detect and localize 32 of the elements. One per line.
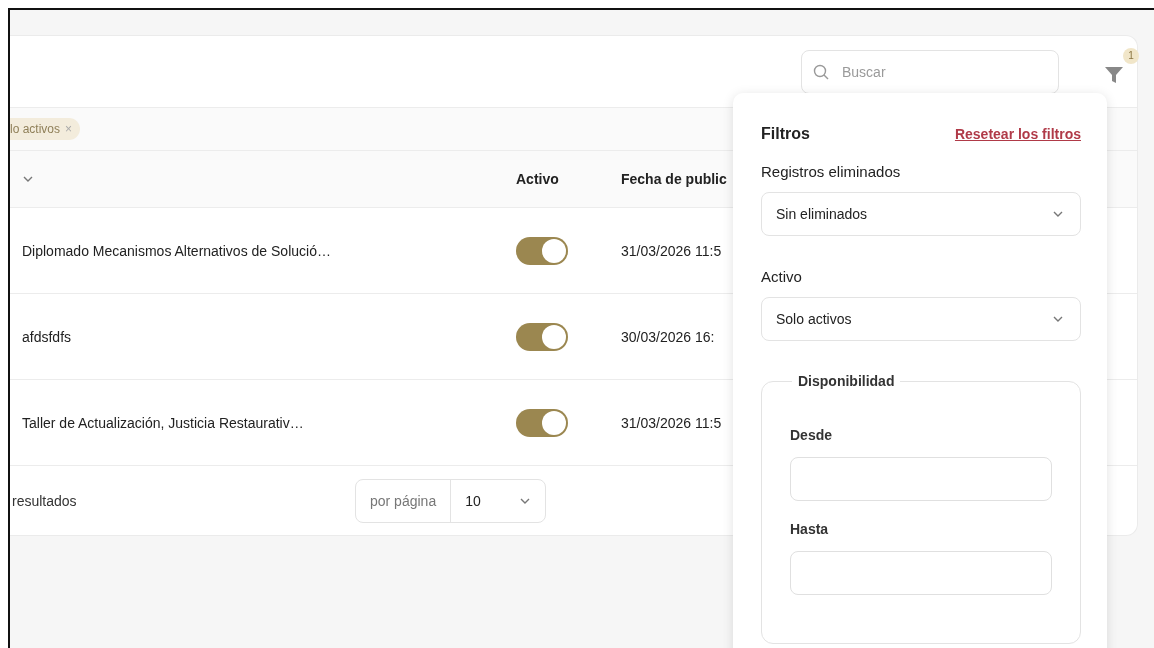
table-cell: Diplomado Mecanismos Alternativos de Solució… xyxy=(22,242,331,259)
filter-chip[interactable]: lo activos × xyxy=(10,118,81,140)
dropdown-select[interactable]: Solo activos xyxy=(761,297,1081,341)
chevron-down-icon xyxy=(518,496,531,505)
per-page-select[interactable]: por página 10 xyxy=(355,478,546,523)
table-cell: 30/03/2026 16: xyxy=(621,328,715,345)
field-group-title: Disponibilidad xyxy=(797,373,896,389)
column-header: Fecha de public xyxy=(621,171,727,187)
dropdown-select[interactable]: Sin eliminados xyxy=(761,192,1081,236)
date-input-field[interactable] xyxy=(790,551,1052,595)
count-badge: 1 xyxy=(1123,47,1139,64)
search-field[interactable]: Buscar xyxy=(801,49,1059,94)
field-label: Activo xyxy=(761,268,803,285)
toggle-switch[interactable] xyxy=(516,408,568,437)
results-count: resultados xyxy=(12,492,78,509)
table-cell: afdsfdfs xyxy=(22,328,72,345)
date-input-field[interactable] xyxy=(790,457,1052,501)
panel-title: Filtros xyxy=(761,125,810,143)
field-label: Registros eliminados xyxy=(761,163,902,180)
sort-chevron-icon[interactable] xyxy=(22,175,34,183)
chevron-down-icon xyxy=(1052,315,1064,323)
table-cell: Taller de Actualización, Justicia Restaurativ… xyxy=(22,414,304,431)
column-header: Activo xyxy=(516,171,559,187)
toggle-switch[interactable] xyxy=(516,236,568,265)
search-icon xyxy=(813,63,829,80)
chevron-down-icon xyxy=(1052,210,1064,218)
field-label: Hasta xyxy=(790,521,830,537)
reset-filters-link[interactable]: Resetear los filtros xyxy=(954,126,1081,142)
table-cell: 31/03/2026 11:5 xyxy=(621,414,722,431)
table-cell: 31/03/2026 11:5 xyxy=(621,242,722,259)
field-label: Desde xyxy=(790,427,834,443)
toggle-switch[interactable] xyxy=(516,322,568,351)
